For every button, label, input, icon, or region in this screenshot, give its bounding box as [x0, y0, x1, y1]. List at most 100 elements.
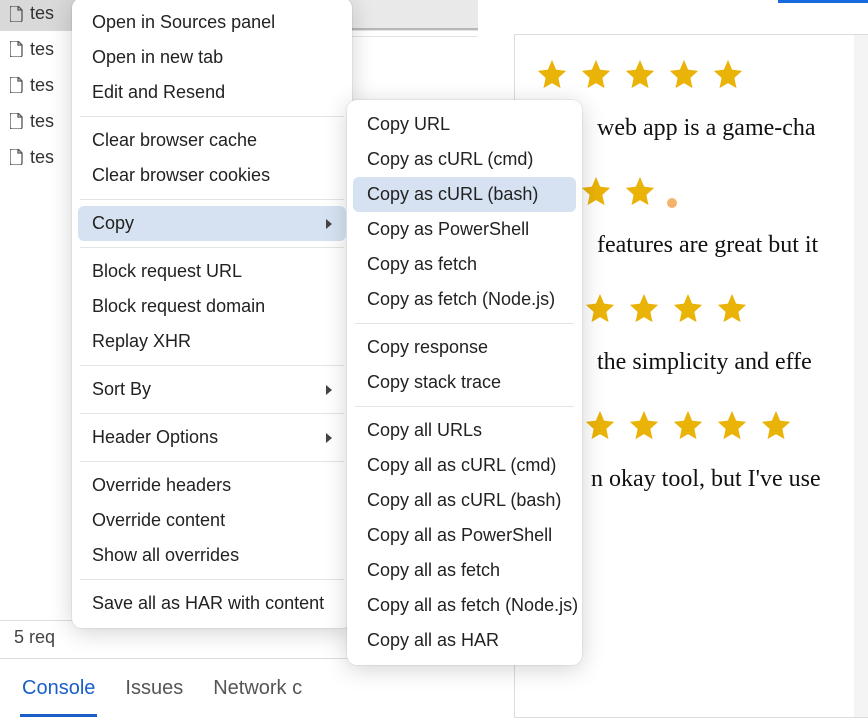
menu-label: Copy all as PowerShell [367, 525, 552, 546]
menu-copy-all-curl-cmd[interactable]: Copy all as cURL (cmd) [353, 448, 576, 483]
star-icon [623, 57, 657, 91]
menu-separator [80, 413, 344, 414]
menu-label: Copy all as fetch [367, 560, 500, 581]
menu-header-options[interactable]: Header Options [78, 420, 346, 455]
menu-open-new-tab[interactable]: Open in new tab [78, 40, 346, 75]
menu-label: Open in new tab [92, 47, 223, 68]
menu-separator [355, 323, 574, 324]
star-icon [579, 174, 613, 208]
star-rating [535, 291, 868, 325]
menu-label: Copy as cURL (bash) [367, 184, 538, 205]
menu-label: Copy all as cURL (bash) [367, 490, 561, 511]
menu-clear-cookies[interactable]: Clear browser cookies [78, 158, 346, 193]
menu-copy-all-urls[interactable]: Copy all URLs [353, 413, 576, 448]
menu-separator [355, 406, 574, 407]
menu-label: Copy [92, 213, 134, 234]
menu-separator [80, 461, 344, 462]
file-icon [10, 113, 24, 129]
menu-show-overrides[interactable]: Show all overrides [78, 538, 346, 573]
menu-copy-powershell[interactable]: Copy as PowerShell [353, 212, 576, 247]
tab-console[interactable]: Console [22, 677, 95, 700]
menu-copy-all-powershell[interactable]: Copy all as PowerShell [353, 518, 576, 553]
star-icon [671, 408, 705, 442]
context-menu: Open in Sources panel Open in new tab Ed… [72, 0, 352, 628]
review-text: n okay tool, but I've use [535, 466, 868, 493]
network-request-row[interactable]: tes [0, 0, 80, 31]
network-request-row[interactable]: tes [0, 67, 80, 103]
menu-copy-fetch-node[interactable]: Copy as fetch (Node.js) [353, 282, 576, 317]
menu-label: Copy as PowerShell [367, 219, 529, 240]
request-name: tes [30, 75, 54, 96]
review-block: n okay tool, but I've use [535, 408, 868, 493]
menu-label: Copy all as fetch (Node.js) [367, 595, 578, 616]
review-text: web app is a game-cha [535, 115, 868, 142]
menu-label: Show all overrides [92, 545, 239, 566]
file-icon [10, 149, 24, 165]
star-icon [671, 291, 705, 325]
menu-copy-all-fetch[interactable]: Copy all as fetch [353, 553, 576, 588]
menu-copy-all-curl-bash[interactable]: Copy all as cURL (bash) [353, 483, 576, 518]
star-icon [535, 57, 569, 91]
menu-open-sources[interactable]: Open in Sources panel [78, 5, 346, 40]
file-icon [10, 41, 24, 57]
star-rating [535, 174, 868, 208]
menu-override-headers[interactable]: Override headers [78, 468, 346, 503]
accent-bar [778, 0, 868, 3]
network-request-row[interactable]: tes [0, 103, 80, 139]
menu-separator [80, 579, 344, 580]
menu-copy-all-har[interactable]: Copy all as HAR [353, 623, 576, 658]
menu-label: Copy all URLs [367, 420, 482, 441]
tab-network-conditions[interactable]: Network c [213, 677, 302, 700]
chevron-right-icon [326, 433, 332, 443]
menu-label: Override content [92, 510, 225, 531]
menu-label: Clear browser cache [92, 130, 257, 151]
menu-sort-by[interactable]: Sort By [78, 372, 346, 407]
menu-replay-xhr[interactable]: Replay XHR [78, 324, 346, 359]
menu-label: Copy all as cURL (cmd) [367, 455, 556, 476]
menu-edit-resend[interactable]: Edit and Resend [78, 75, 346, 110]
menu-copy-curl-cmd[interactable]: Copy as cURL (cmd) [353, 142, 576, 177]
star-icon [711, 57, 745, 91]
tab-issues[interactable]: Issues [125, 677, 183, 700]
file-icon [10, 6, 24, 22]
star-icon [623, 174, 657, 208]
review-block: the simplicity and effe [535, 291, 868, 376]
menu-label: Replay XHR [92, 331, 191, 352]
menu-copy-curl-bash[interactable]: Copy as cURL (bash) [353, 177, 576, 212]
menu-copy-fetch[interactable]: Copy as fetch [353, 247, 576, 282]
menu-copy-response[interactable]: Copy response [353, 330, 576, 365]
request-name: tes [30, 147, 54, 168]
menu-separator [80, 365, 344, 366]
menu-save-har[interactable]: Save all as HAR with content [78, 586, 346, 621]
menu-label: Open in Sources panel [92, 12, 275, 33]
menu-copy-url[interactable]: Copy URL [353, 107, 576, 142]
network-request-row[interactable]: tes [0, 139, 80, 175]
menu-separator [80, 247, 344, 248]
star-icon [583, 291, 617, 325]
menu-label: Edit and Resend [92, 82, 225, 103]
network-request-row[interactable]: tes [0, 31, 80, 67]
menu-label: Copy as fetch (Node.js) [367, 289, 555, 310]
star-icon [715, 291, 749, 325]
chevron-right-icon [326, 219, 332, 229]
review-block: features are great but it [535, 174, 868, 259]
menu-label: Copy stack trace [367, 372, 501, 393]
menu-label: Copy all as HAR [367, 630, 499, 651]
menu-block-domain[interactable]: Block request domain [78, 289, 346, 324]
menu-label: Block request URL [92, 261, 242, 282]
menu-label: Copy as cURL (cmd) [367, 149, 533, 170]
menu-block-url[interactable]: Block request URL [78, 254, 346, 289]
network-request-list: tes tes tes tes tes [0, 0, 80, 175]
request-name: tes [30, 3, 54, 24]
menu-override-content[interactable]: Override content [78, 503, 346, 538]
menu-copy-all-fetch-node[interactable]: Copy all as fetch (Node.js) [353, 588, 576, 623]
menu-clear-cache[interactable]: Clear browser cache [78, 123, 346, 158]
star-icon [583, 408, 617, 442]
request-name: tes [30, 39, 54, 60]
menu-copy-stack[interactable]: Copy stack trace [353, 365, 576, 400]
star-icon [715, 408, 749, 442]
star-icon [667, 57, 701, 91]
review-block: web app is a game-cha [535, 57, 868, 142]
menu-copy[interactable]: Copy [78, 206, 346, 241]
menu-separator [80, 116, 344, 117]
